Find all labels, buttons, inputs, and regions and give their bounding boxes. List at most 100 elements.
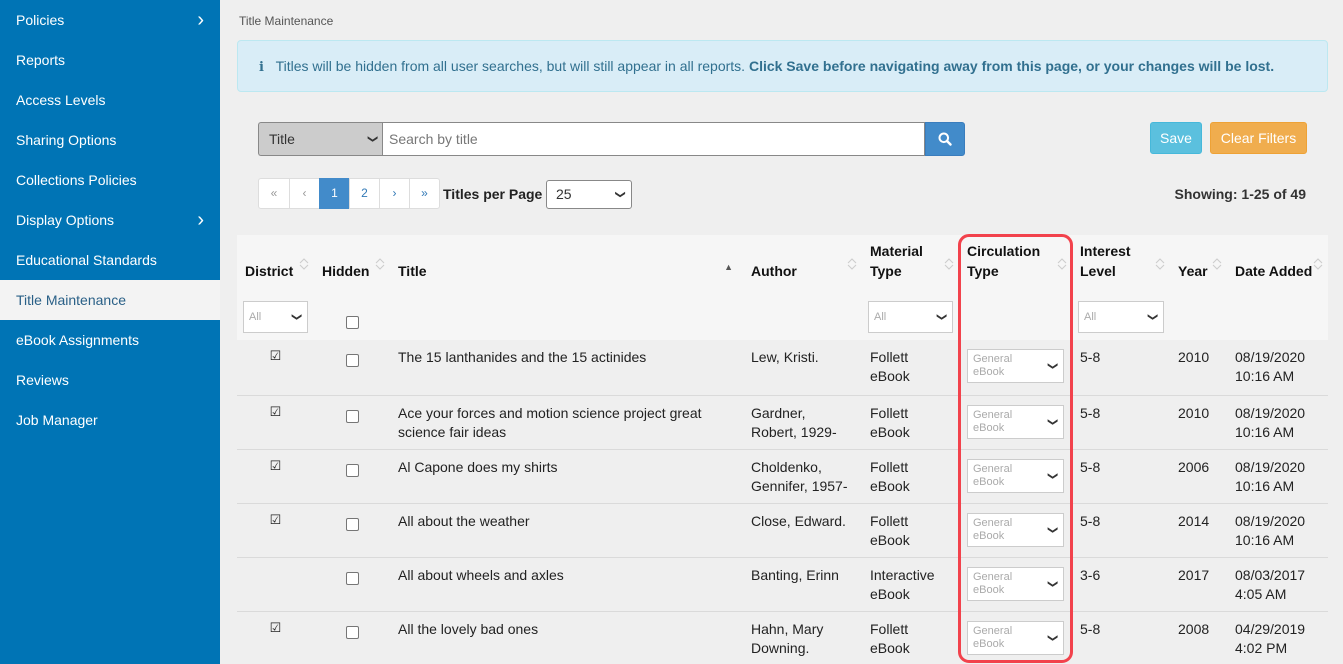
- sort-icon[interactable]: [1154, 255, 1166, 273]
- sidebar-item-educational-standards[interactable]: Educational Standards: [0, 240, 220, 280]
- column-header-date-added[interactable]: Date Added: [1227, 235, 1328, 293]
- interest-level-cell: 5-8: [1072, 340, 1170, 395]
- column-header-author[interactable]: Author: [743, 235, 862, 293]
- chevron-down-icon: ❯: [1046, 525, 1058, 534]
- column-header-title[interactable]: Title ▲: [390, 235, 743, 293]
- hidden-cell: [314, 340, 390, 395]
- sidebar-item-label: Access Levels: [16, 92, 106, 108]
- clear-filters-button[interactable]: Clear Filters: [1210, 122, 1307, 154]
- year-text: 2010: [1178, 349, 1210, 365]
- chevron-down-icon: ❯: [366, 134, 378, 144]
- sidebar-item-policies[interactable]: Policies ›: [0, 0, 220, 40]
- hidden-checkbox[interactable]: [345, 409, 359, 423]
- breadcrumb: Title Maintenance: [239, 14, 334, 28]
- district-filter-select[interactable]: All ❯: [243, 300, 308, 333]
- circulation-type-value: General eBook: [973, 570, 1013, 596]
- material-type-filter-select[interactable]: All ❯: [868, 300, 953, 333]
- interest-level-filter-cell: All ❯: [1072, 293, 1170, 340]
- sort-icon[interactable]: [1211, 255, 1223, 273]
- first-page-button[interactable]: «: [258, 178, 290, 209]
- hidden-checkbox[interactable]: [345, 354, 359, 367]
- circulation-type-select[interactable]: General eBook ❯: [967, 404, 1064, 439]
- author-text: Gardner, Robert, 1929-: [751, 404, 837, 440]
- year-cell: 2014: [1170, 502, 1227, 557]
- district-check-icon: ☑: [269, 403, 282, 419]
- column-header-label: Hidden: [322, 263, 370, 279]
- author-cell: Hahn, Mary Downing.: [743, 610, 862, 664]
- next-page-button[interactable]: ›: [379, 178, 410, 209]
- showing-count: Showing: 1-25 of 49: [1174, 186, 1306, 202]
- sidebar-item-access-levels[interactable]: Access Levels: [0, 80, 220, 120]
- district-cell: ☑: [237, 610, 314, 664]
- circulation-type-value: General eBook: [973, 516, 1013, 542]
- hidden-cell: [314, 556, 390, 611]
- column-header-hidden[interactable]: Hidden: [314, 235, 390, 293]
- sidebar-item-job-manager[interactable]: Job Manager: [0, 400, 220, 440]
- sort-icon[interactable]: [374, 255, 386, 273]
- sidebar-item-ebook-assignments[interactable]: eBook Assignments: [0, 320, 220, 360]
- chevron-down-icon: ❯: [1046, 579, 1058, 588]
- page-1-button[interactable]: 1: [319, 178, 350, 209]
- sidebar-item-title-maintenance[interactable]: Title Maintenance: [0, 280, 220, 320]
- circulation-type-select[interactable]: General eBook ❯: [967, 620, 1064, 655]
- title-cell: All about the weather: [390, 502, 743, 557]
- hidden-checkbox[interactable]: [345, 517, 359, 531]
- column-header-label: Title: [398, 263, 427, 279]
- circulation-type-select[interactable]: General eBook ❯: [967, 512, 1064, 547]
- circulation-type-select[interactable]: General eBook ❯: [967, 566, 1064, 601]
- sort-icon[interactable]: [1056, 255, 1068, 273]
- sidebar-item-reports[interactable]: Reports: [0, 40, 220, 80]
- material-type-cell: Follett eBook: [862, 394, 959, 449]
- year-cell: 2006: [1170, 448, 1227, 503]
- hidden-checkbox[interactable]: [345, 625, 359, 639]
- save-button[interactable]: Save: [1150, 122, 1202, 154]
- sidebar-item-sharing-options[interactable]: Sharing Options: [0, 120, 220, 160]
- interest-level-cell: 5-8: [1072, 502, 1170, 557]
- hidden-filter-checkbox[interactable]: [345, 315, 359, 329]
- column-header-year[interactable]: Year: [1170, 235, 1227, 293]
- interest-level-cell: 5-8: [1072, 394, 1170, 449]
- column-header-material-type[interactable]: Material Type: [862, 235, 959, 293]
- date-added-cell: 08/19/2020 10:16 AM: [1227, 394, 1328, 449]
- material-type-text: Interactive eBook: [870, 566, 935, 602]
- interest-level-filter-select[interactable]: All ❯: [1078, 300, 1164, 333]
- hidden-checkbox[interactable]: [345, 571, 359, 585]
- last-page-button[interactable]: »: [409, 178, 440, 209]
- sort-icon[interactable]: [298, 255, 310, 273]
- interest-level-text: 3-6: [1080, 566, 1101, 583]
- table-row: All about wheels and axles Banting, Erinn…: [237, 556, 1328, 611]
- sidebar-item-reviews[interactable]: Reviews: [0, 360, 220, 400]
- sidebar-item-label: Reports: [16, 52, 66, 68]
- column-header-interest-level[interactable]: Interest Level: [1072, 235, 1170, 293]
- sort-icon[interactable]: [943, 255, 955, 273]
- search-button[interactable]: [925, 122, 965, 156]
- chevron-down-icon: ❯: [1046, 361, 1058, 371]
- interest-level-cell: 3-6: [1072, 556, 1170, 611]
- interest-level-cell: 5-8: [1072, 448, 1170, 503]
- search-input[interactable]: [382, 122, 925, 156]
- hidden-checkbox[interactable]: [345, 463, 359, 477]
- circulation-type-select[interactable]: General eBook ❯: [967, 458, 1064, 493]
- sidebar-item-display-options[interactable]: Display Options ›: [0, 200, 220, 240]
- table-row: ☑ All the lovely bad ones Hahn, Mary Downi…: [237, 610, 1328, 664]
- author-cell: Gardner, Robert, 1929-: [743, 394, 862, 449]
- circulation-type-select[interactable]: General eBook ❯: [967, 349, 1064, 383]
- page-2-button[interactable]: 2: [349, 178, 380, 209]
- search-field-select[interactable]: Title ❯: [258, 122, 382, 156]
- column-header-district[interactable]: District: [237, 235, 314, 293]
- titles-per-page-select[interactable]: 25 ❯: [546, 180, 632, 209]
- table-row: ☑ Ace your forces and motion science proj…: [237, 394, 1328, 449]
- circulation-type-cell: General eBook ❯: [959, 610, 1072, 664]
- material-type-cell: Follett eBook: [862, 340, 959, 395]
- material-type-text: Follett eBook: [870, 512, 910, 548]
- material-type-text: Follett eBook: [870, 349, 910, 384]
- column-header-circulation-type[interactable]: Circulation Type: [959, 235, 1072, 293]
- titles-per-page-value: 25: [556, 186, 572, 202]
- title-text: Al Capone does my shirts: [398, 458, 558, 475]
- sidebar-item-collections-policies[interactable]: Collections Policies: [0, 160, 220, 200]
- sort-icon[interactable]: [1312, 255, 1324, 273]
- hidden-cell: [314, 502, 390, 557]
- sort-icon[interactable]: [846, 255, 858, 273]
- prev-page-button[interactable]: ‹: [289, 178, 320, 209]
- sort-ascending-icon[interactable]: ▲: [724, 257, 733, 277]
